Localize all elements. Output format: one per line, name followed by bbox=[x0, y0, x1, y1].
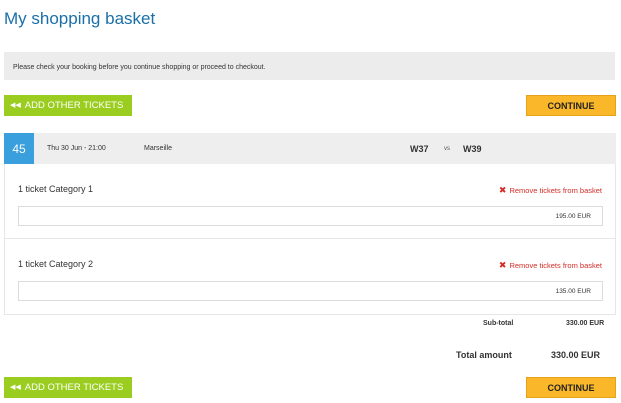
remove-tickets-label: Remove tickets from basket bbox=[509, 261, 602, 270]
subtotal-value: 330.00 EUR bbox=[566, 320, 605, 327]
subtotal-label: Sub-total bbox=[483, 320, 514, 327]
close-icon: ✖ bbox=[498, 260, 507, 270]
add-other-tickets-label: ADD OTHER TICKETS bbox=[24, 100, 124, 111]
match-header: 45 Thu 30 Jun - 21:00 Marseille W37 vs W… bbox=[4, 133, 616, 164]
notice-banner: Please check your booking before you con… bbox=[4, 52, 615, 80]
tickets-list: 1 ticket Category 1 ✖ Remove tickets from… bbox=[4, 164, 616, 315]
add-other-tickets-label: ADD OTHER TICKETS bbox=[24, 382, 124, 393]
page-title: My shopping basket bbox=[4, 9, 156, 28]
remove-tickets-link[interactable]: ✖ Remove tickets from basket bbox=[499, 185, 602, 196]
ticket-price: 135.00 EUR bbox=[18, 281, 603, 301]
double-chevron-left-icon: ◀◀ bbox=[10, 384, 21, 391]
continue-button-bottom[interactable]: CONTINUE bbox=[526, 377, 616, 398]
match-number: 45 bbox=[4, 133, 34, 164]
match-datetime: Thu 30 Jun - 21:00 bbox=[47, 145, 106, 152]
total-label: Total amount bbox=[456, 350, 512, 360]
continue-label: CONTINUE bbox=[547, 101, 595, 111]
team-home: W37 bbox=[410, 144, 429, 154]
remove-tickets-label: Remove tickets from basket bbox=[509, 186, 602, 195]
add-other-tickets-button[interactable]: ◀◀ ADD OTHER TICKETS bbox=[4, 95, 132, 116]
team-away: W39 bbox=[463, 144, 482, 154]
match-venue: Marseille bbox=[144, 145, 173, 152]
remove-tickets-link[interactable]: ✖ Remove tickets from basket bbox=[499, 260, 602, 271]
versus-label: vs bbox=[444, 146, 450, 152]
close-icon: ✖ bbox=[498, 185, 507, 195]
ticket-name: 1 ticket Category 2 bbox=[18, 259, 94, 269]
ticket-price: 195.00 EUR bbox=[18, 206, 603, 226]
ticket-item: 1 ticket Category 1 ✖ Remove tickets from… bbox=[5, 164, 615, 239]
continue-button[interactable]: CONTINUE bbox=[526, 95, 616, 116]
ticket-name: 1 ticket Category 1 bbox=[18, 184, 94, 194]
total-value: 330.00 EUR bbox=[551, 350, 601, 360]
continue-label: CONTINUE bbox=[547, 383, 595, 393]
add-other-tickets-button-bottom[interactable]: ◀◀ ADD OTHER TICKETS bbox=[4, 377, 132, 398]
double-chevron-left-icon: ◀◀ bbox=[10, 102, 21, 109]
notice-text: Please check your booking before you con… bbox=[13, 64, 266, 71]
ticket-item: 1 ticket Category 2 ✖ Remove tickets from… bbox=[5, 239, 615, 314]
